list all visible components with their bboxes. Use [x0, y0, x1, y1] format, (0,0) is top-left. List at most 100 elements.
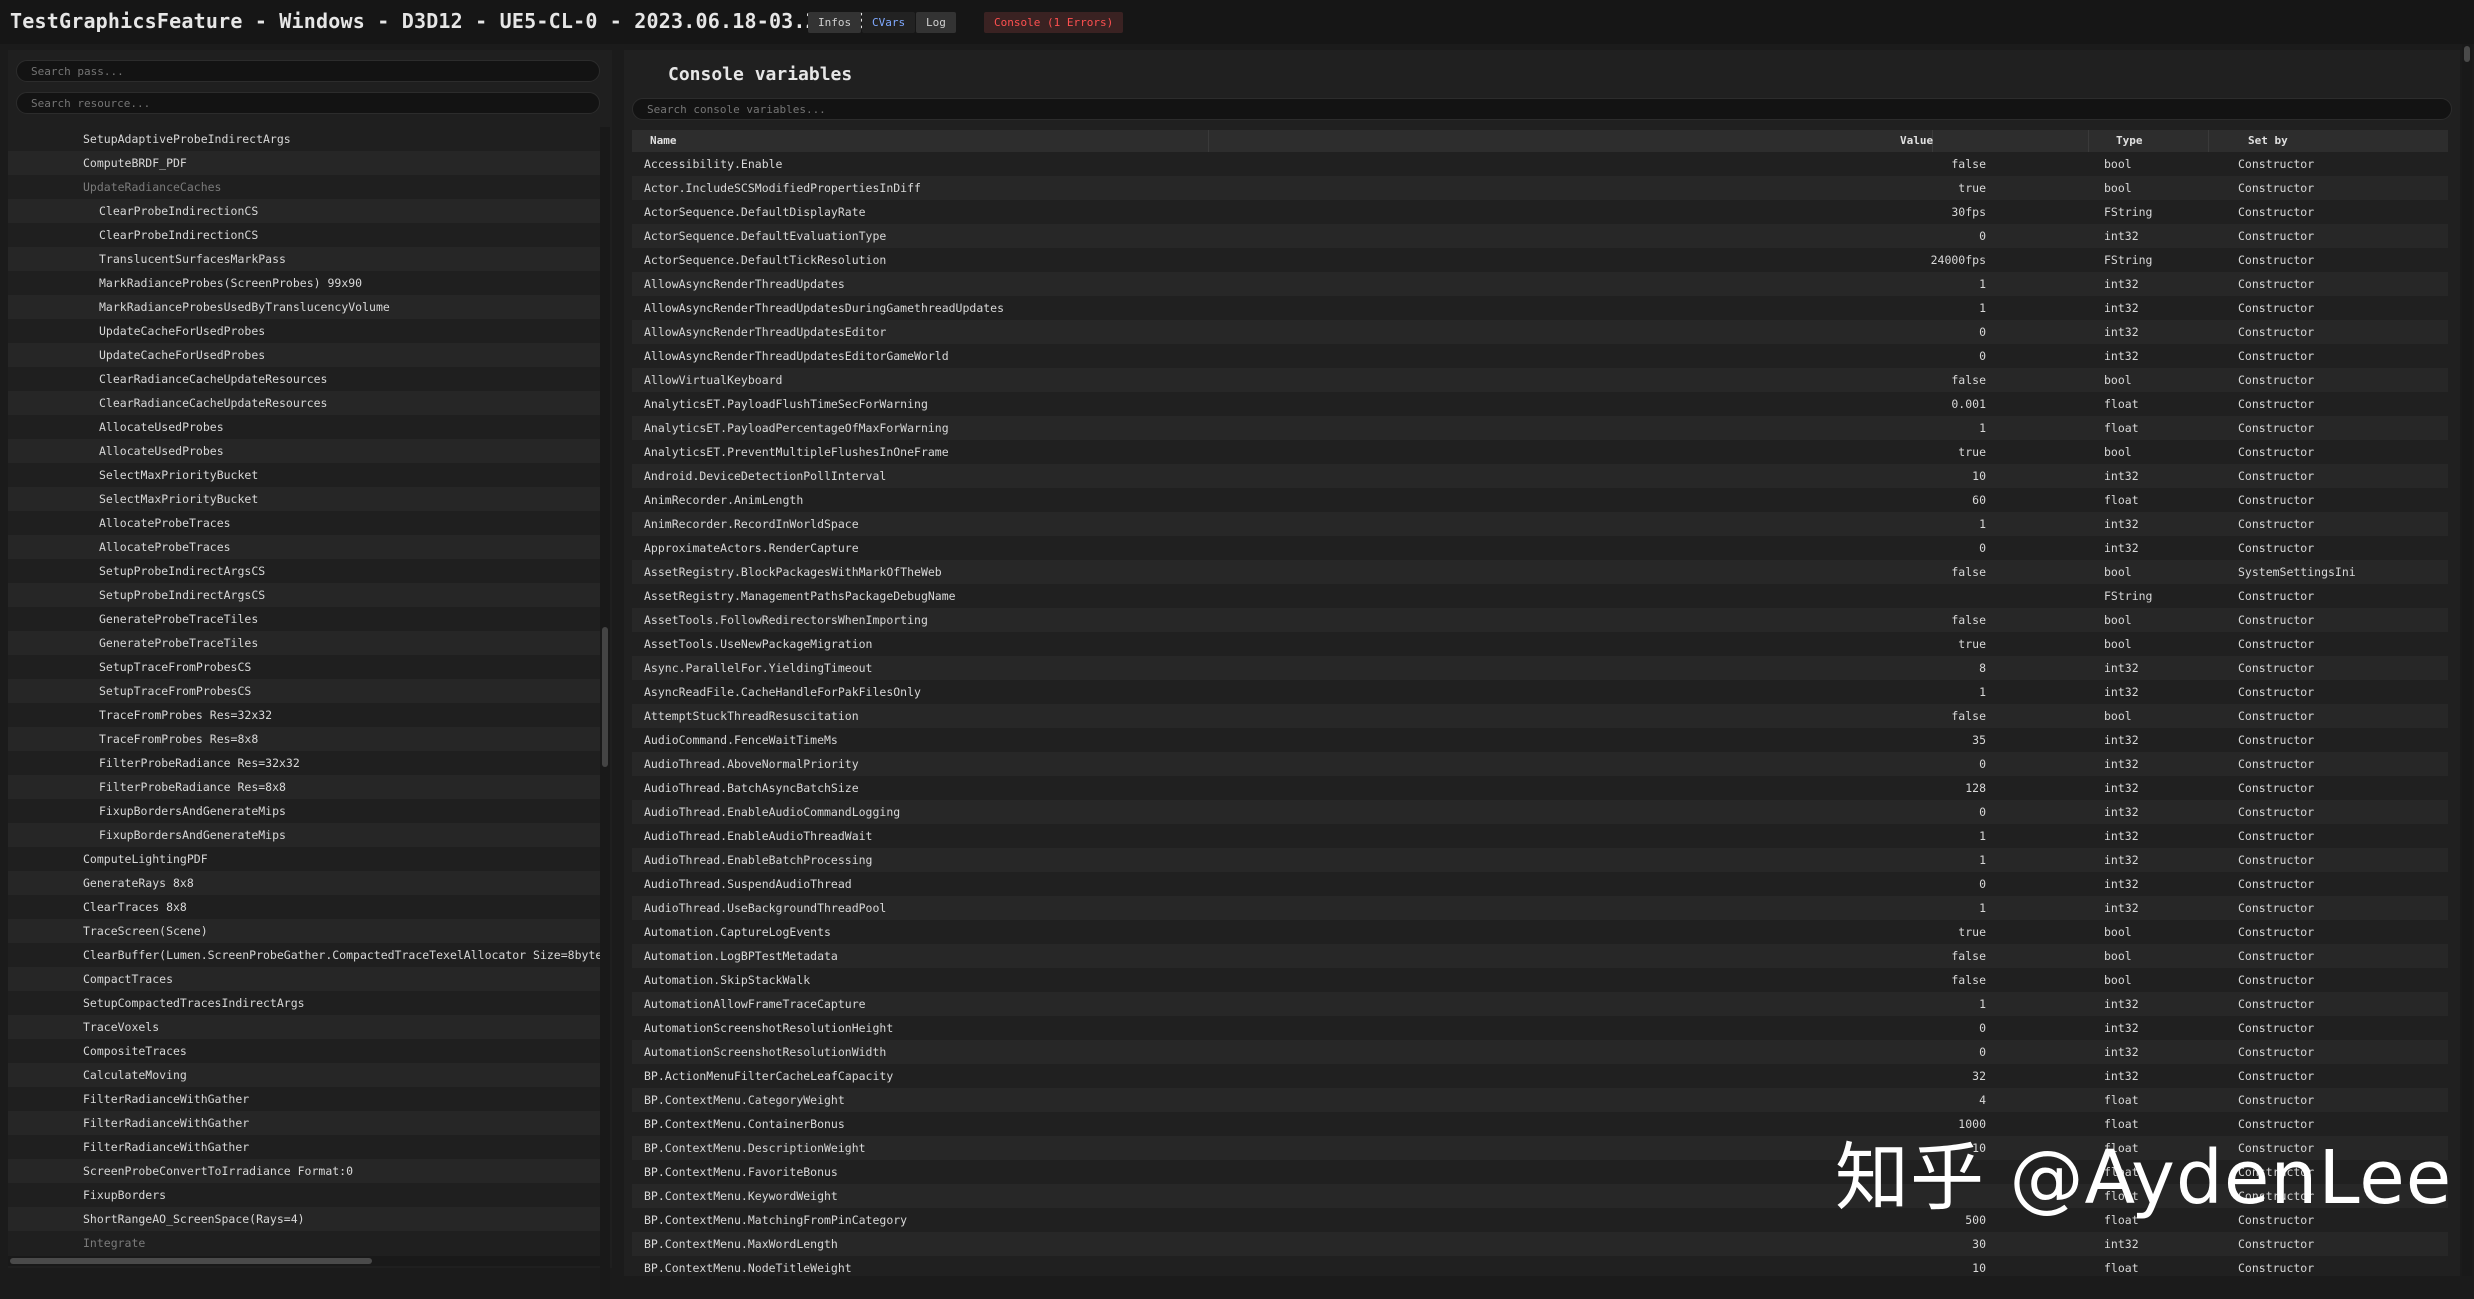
cvar-row[interactable]: AudioThread.EnableAudioThreadWait 1 int32 C… — [632, 824, 2448, 848]
cvar-row[interactable]: AutomationScreenshotResolutionHeight 0 int… — [632, 1016, 2448, 1040]
column-header-value[interactable]: Value — [1900, 130, 1933, 152]
pass-item[interactable]: GenerateProbeTraceTiles — [8, 631, 600, 655]
pass-item[interactable]: ClearBuffer(Lumen.ScreenProbeGather.Comp… — [8, 943, 600, 967]
pass-item[interactable]: ClearRadianceCacheUpdateResources — [8, 367, 600, 391]
column-header-name[interactable]: Name — [650, 130, 677, 152]
search-pass-input[interactable] — [16, 60, 600, 82]
pass-item[interactable]: TraceFromProbes Res=32x32 — [8, 703, 600, 727]
cvar-row[interactable]: AssetRegistry.ManagementPathsPackageDebu… — [632, 584, 2448, 608]
cvar-row[interactable]: AllowAsyncRenderThreadUpdatesEditorGameW… — [632, 344, 2448, 368]
cvar-row[interactable]: AnimRecorder.AnimLength 60 float Constructo… — [632, 488, 2448, 512]
pass-item[interactable]: GenerateRays 8x8 — [8, 871, 600, 895]
cvar-row[interactable]: AttemptStuckThreadResuscitation false bool… — [632, 704, 2448, 728]
cvar-row[interactable]: AudioCommand.FenceWaitTimeMs 35 int32 Const… — [632, 728, 2448, 752]
tab-infos[interactable]: Infos — [808, 12, 862, 33]
pass-item[interactable]: UpdateRadianceCaches — [8, 175, 600, 199]
pass-item[interactable]: CompactTraces — [8, 967, 600, 991]
cvar-row[interactable]: AudioThread.EnableBatchProcessing 1 int32 C… — [632, 848, 2448, 872]
pass-item[interactable]: ClearTraces 8x8 — [8, 895, 600, 919]
pass-item[interactable]: GenerateProbeTraceTiles — [8, 607, 600, 631]
cvar-row[interactable]: AssetRegistry.BlockPackagesWithMarkOfThe… — [632, 560, 2448, 584]
pass-item[interactable]: SetupAdaptiveProbeIndirectArgs — [8, 127, 600, 151]
pass-item[interactable]: FilterProbeRadiance Res=32x32 — [8, 751, 600, 775]
pass-item[interactable]: AllocateProbeTraces — [8, 511, 600, 535]
cvar-row[interactable]: AnalyticsET.PayloadPercentageOfMaxForWar… — [632, 416, 2448, 440]
tab-console-errors[interactable]: Console (1 Errors) — [984, 12, 1124, 33]
pass-item[interactable]: FixupBorders — [8, 1183, 600, 1207]
column-header-setby[interactable]: Set by — [2248, 130, 2288, 152]
pass-item[interactable]: SetupTraceFromProbesCS — [8, 679, 600, 703]
pass-item[interactable]: SetupProbeIndirectArgsCS — [8, 559, 600, 583]
pass-list-vertical-scrollbar[interactable] — [600, 127, 610, 1299]
pass-item[interactable]: FilterRadianceWithGather — [8, 1135, 600, 1159]
pass-item[interactable]: FilterRadianceWithGather — [8, 1087, 600, 1111]
pass-item[interactable]: UpdateCacheForUsedProbes — [8, 343, 600, 367]
pass-item[interactable]: ClearProbeIndirectionCS — [8, 199, 600, 223]
cvar-row[interactable]: BP.ContextMenu.MaxWordLength 30 int32 Const… — [632, 1232, 2448, 1256]
cvar-row[interactable]: AutomationScreenshotResolutionWidth 0 int3… — [632, 1040, 2448, 1064]
cvar-row[interactable]: ActorSequence.DefaultTickResolution 24000… — [632, 248, 2448, 272]
cvar-row[interactable]: Accessibility.Enable false bool Constructor — [632, 152, 2448, 176]
cvar-row[interactable]: AudioThread.UseBackgroundThreadPool 1 int3… — [632, 896, 2448, 920]
tab-log[interactable]: Log — [916, 12, 956, 33]
cvar-row[interactable]: AudioThread.AboveNormalPriority 0 int32 Con… — [632, 752, 2448, 776]
column-separator[interactable] — [2208, 130, 2209, 152]
pass-item[interactable]: FilterProbeRadiance Res=8x8 — [8, 775, 600, 799]
cvar-row[interactable]: ActorSequence.DefaultDisplayRate 30fps FSt… — [632, 200, 2448, 224]
cvar-vertical-scrollbar[interactable] — [2462, 44, 2472, 1276]
pass-item[interactable]: ClearProbeIndirectionCS — [8, 223, 600, 247]
pass-item[interactable]: UpdateCacheForUsedProbes — [8, 319, 600, 343]
cvar-row[interactable]: AllowAsyncRenderThreadUpdatesDuringGamet… — [632, 296, 2448, 320]
cvar-row[interactable]: Async.ParallelFor.YieldingTimeout 8 int32 C… — [632, 656, 2448, 680]
pass-item[interactable]: CompositeTraces — [8, 1039, 600, 1063]
pass-item[interactable]: FixupBordersAndGenerateMips — [8, 823, 600, 847]
pass-list-horizontal-scrollbar[interactable] — [8, 1256, 608, 1266]
pass-item[interactable]: FilterRadianceWithGather — [8, 1111, 600, 1135]
pass-item[interactable]: TraceScreen(Scene) — [8, 919, 600, 943]
pass-item[interactable]: Integrate — [8, 1231, 600, 1255]
pass-item[interactable]: SetupProbeIndirectArgsCS — [8, 583, 600, 607]
column-separator[interactable] — [1208, 130, 1209, 152]
cvar-row[interactable]: Automation.SkipStackWalk false bool Constru… — [632, 968, 2448, 992]
cvar-row[interactable]: AudioThread.SuspendAudioThread 0 int32 Cons… — [632, 872, 2448, 896]
cvar-row[interactable]: AllowVirtualKeyboard false bool Constructor — [632, 368, 2448, 392]
cvar-row[interactable]: Automation.LogBPTestMetadata false bool Con… — [632, 944, 2448, 968]
cvar-row[interactable]: Automation.CaptureLogEvents true bool Const… — [632, 920, 2448, 944]
pass-item[interactable]: ComputeLightingPDF — [8, 847, 600, 871]
cvar-row[interactable]: ApproximateActors.RenderCapture 0 int32 Con… — [632, 536, 2448, 560]
pass-item[interactable]: SelectMaxPriorityBucket — [8, 463, 600, 487]
pass-item[interactable]: MarkRadianceProbes(ScreenProbes) 99x90 — [8, 271, 600, 295]
cvar-row[interactable]: AllowAsyncRenderThreadUpdatesEditor 0 int3… — [632, 320, 2448, 344]
cvar-row[interactable]: BP.ContextMenu.NodeTitleWeight 10 float Con… — [632, 1256, 2448, 1276]
cvar-row[interactable]: AnalyticsET.PayloadFlushTimeSecForWarnin… — [632, 392, 2448, 416]
cvar-row[interactable]: AssetTools.FollowRedirectorsWhenImportin… — [632, 608, 2448, 632]
cvar-row[interactable]: AudioThread.BatchAsyncBatchSize 128 int32 C… — [632, 776, 2448, 800]
search-resource-input[interactable] — [16, 92, 600, 114]
pass-item[interactable]: MarkRadianceProbesUsedByTranslucencyVolu… — [8, 295, 600, 319]
pass-item[interactable]: FixupBordersAndGenerateMips — [8, 799, 600, 823]
column-header-type[interactable]: Type — [2116, 130, 2143, 152]
pass-item[interactable]: SetupCompactedTracesIndirectArgs — [8, 991, 600, 1015]
pass-item[interactable]: SetupTraceFromProbesCS — [8, 655, 600, 679]
pass-list-scroll-thumb[interactable] — [602, 627, 608, 767]
pass-item[interactable]: TraceVoxels — [8, 1015, 600, 1039]
cvar-row[interactable]: AudioThread.EnableAudioCommandLogging 0 in… — [632, 800, 2448, 824]
cvar-row[interactable]: Actor.IncludeSCSModifiedPropertiesInDiff… — [632, 176, 2448, 200]
cvar-row[interactable]: BP.ActionMenuFilterCacheLeafCapacity 32 in… — [632, 1064, 2448, 1088]
tab-cvars[interactable]: CVars — [862, 12, 916, 33]
search-cvars-input[interactable] — [632, 98, 2452, 120]
pass-item[interactable]: ComputeBRDF_PDF — [8, 151, 600, 175]
pass-list-hscroll-thumb[interactable] — [10, 1258, 372, 1264]
pass-item[interactable]: TranslucentSurfacesMarkPass — [8, 247, 600, 271]
pass-item[interactable]: ScreenProbeConvertToIrradiance Format:0 — [8, 1159, 600, 1183]
pass-item[interactable]: ClearRadianceCacheUpdateResources — [8, 391, 600, 415]
cvar-row[interactable]: ActorSequence.DefaultEvaluationType 0 int3… — [632, 224, 2448, 248]
cvar-row[interactable]: AssetTools.UseNewPackageMigration true boo… — [632, 632, 2448, 656]
cvar-row[interactable]: AnimRecorder.RecordInWorldSpace 1 int32 Con… — [632, 512, 2448, 536]
pass-item[interactable]: SelectMaxPriorityBucket — [8, 487, 600, 511]
cvar-row[interactable]: AsyncReadFile.CacheHandleForPakFilesOnly… — [632, 680, 2448, 704]
column-separator[interactable] — [2088, 130, 2089, 152]
cvar-row[interactable]: Android.DeviceDetectionPollInterval 10 int… — [632, 464, 2448, 488]
cvar-row[interactable]: AllowAsyncRenderThreadUpdates 1 int32 Const… — [632, 272, 2448, 296]
pass-item[interactable]: TraceFromProbes Res=8x8 — [8, 727, 600, 751]
